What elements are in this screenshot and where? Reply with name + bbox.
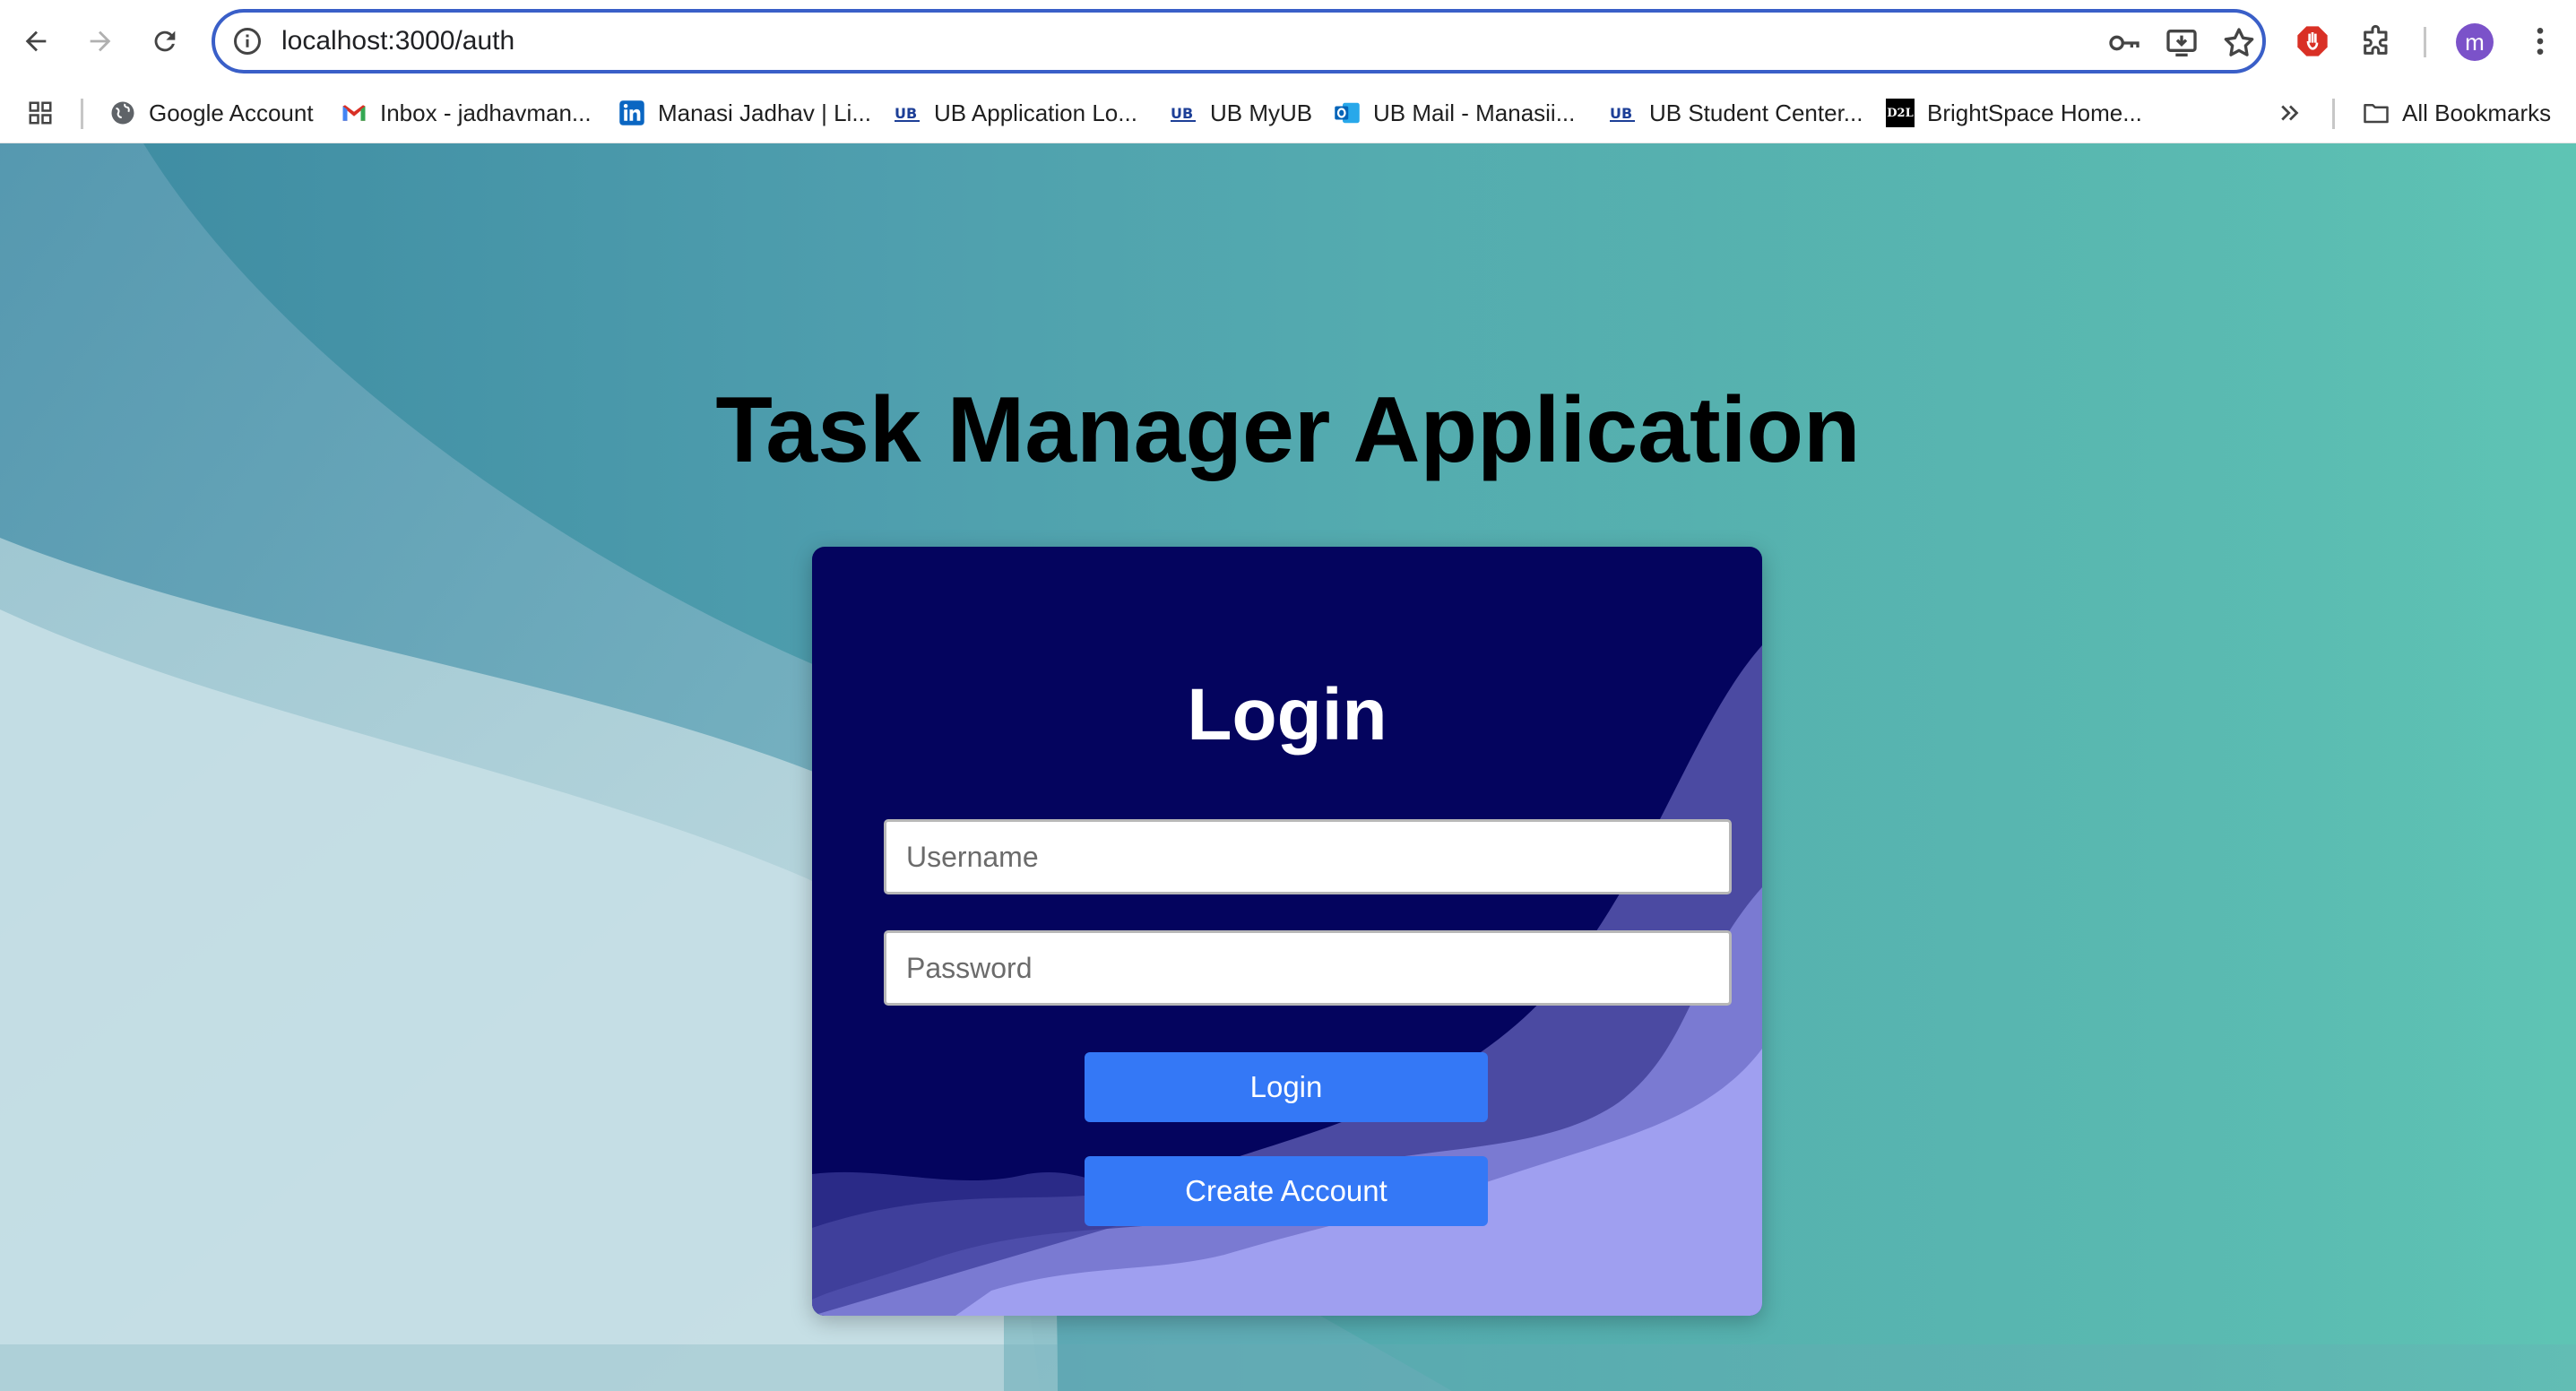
install-app-icon[interactable] <box>2164 25 2200 61</box>
bookmark-ub-student-center[interactable]: UB UB Student Center... <box>1610 82 1863 143</box>
back-arrow-icon <box>25 30 47 52</box>
linkedin-icon <box>618 99 645 126</box>
reload-icon <box>154 30 176 52</box>
bookmarks-divider <box>81 99 83 129</box>
forward-arrow-icon <box>90 30 111 52</box>
bookmark-google-account[interactable]: Google Account <box>109 82 314 143</box>
reload-button[interactable] <box>140 16 190 66</box>
login-card: Login Login Create Account <box>812 547 1762 1316</box>
globe-icon <box>109 99 136 126</box>
ub-icon: UB <box>1610 99 1637 126</box>
create-account-button[interactable]: Create Account <box>1085 1156 1488 1226</box>
outlook-icon <box>1334 99 1361 126</box>
all-bookmarks-label: All Bookmarks <box>2402 99 2552 126</box>
bookmark-star-icon[interactable] <box>2221 25 2257 61</box>
url-text[interactable]: localhost:3000/auth <box>281 25 514 57</box>
double-chevron-right-icon <box>2277 99 2304 126</box>
bookmark-label: Google Account <box>149 99 314 126</box>
ub-icon: UB <box>1171 99 1197 126</box>
username-input[interactable] <box>884 819 1732 894</box>
page-viewport: Task Manager Application Login Login Cre… <box>0 143 2576 1391</box>
forward-button[interactable] <box>75 16 125 66</box>
bookmarks-divider <box>2332 99 2335 129</box>
bookmark-label: UB Application Lo... <box>934 99 1137 126</box>
svg-text:UB: UB <box>895 105 917 122</box>
password-key-icon[interactable] <box>2106 25 2142 61</box>
bookmark-label: Inbox - jadhavman... <box>380 99 592 126</box>
bookmark-label: UB Student Center... <box>1649 99 1863 126</box>
extensions-puzzle-icon[interactable] <box>2356 20 2399 63</box>
bookmark-inbox[interactable]: Inbox - jadhavman... <box>341 82 592 143</box>
address-bar[interactable]: localhost:3000/auth <box>212 9 2266 73</box>
bookmark-linkedin[interactable]: Manasi Jadhav | Li... <box>618 82 871 143</box>
more-bookmarks-button[interactable] <box>2277 82 2316 143</box>
d2l-icon: D2L <box>1886 99 1915 127</box>
apps-grid-button[interactable] <box>27 82 66 143</box>
folder-icon <box>2363 99 2390 126</box>
page-title: Task Manager Application <box>715 378 1861 482</box>
login-heading: Login <box>1187 674 1387 756</box>
bookmark-ub-application[interactable]: UB UB Application Lo... <box>895 82 1137 143</box>
login-button[interactable]: Login <box>1085 1052 1488 1122</box>
bookmark-ub-myub[interactable]: UB UB MyUB <box>1171 82 1312 143</box>
bookmark-label: BrightSpace Home... <box>1927 99 2142 126</box>
bookmark-label: Manasi Jadhav | Li... <box>658 99 871 126</box>
d2l-icon-text: D2L <box>1887 106 1914 120</box>
browser-menu-icon[interactable] <box>2519 20 2562 63</box>
bookmark-label: UB Mail - Manasii... <box>1373 99 1576 126</box>
bookmarks-bar: Google Account Inbox - jadhavman... Mana… <box>0 82 2576 143</box>
bookmark-brightspace[interactable]: D2L BrightSpace Home... <box>1886 82 2142 143</box>
svg-text:UB: UB <box>1171 105 1193 122</box>
ub-icon: UB <box>895 99 921 126</box>
password-input[interactable] <box>884 930 1732 1006</box>
svg-text:UB: UB <box>1610 105 1632 122</box>
profile-avatar[interactable]: m <box>2456 23 2494 61</box>
toolbar-divider <box>2424 27 2426 57</box>
back-button[interactable] <box>11 16 61 66</box>
browser-toolbar: localhost:3000/auth m <box>0 0 2576 82</box>
bookmark-ub-mail[interactable]: UB Mail - Manasii... <box>1334 82 1575 143</box>
site-info-icon[interactable] <box>231 25 264 57</box>
bookmark-label: UB MyUB <box>1210 99 1313 126</box>
apps-grid-icon <box>27 99 54 126</box>
all-bookmarks-button[interactable]: All Bookmarks <box>2363 82 2551 143</box>
adblock-extension-icon[interactable] <box>2291 20 2334 63</box>
gmail-icon <box>341 99 367 126</box>
